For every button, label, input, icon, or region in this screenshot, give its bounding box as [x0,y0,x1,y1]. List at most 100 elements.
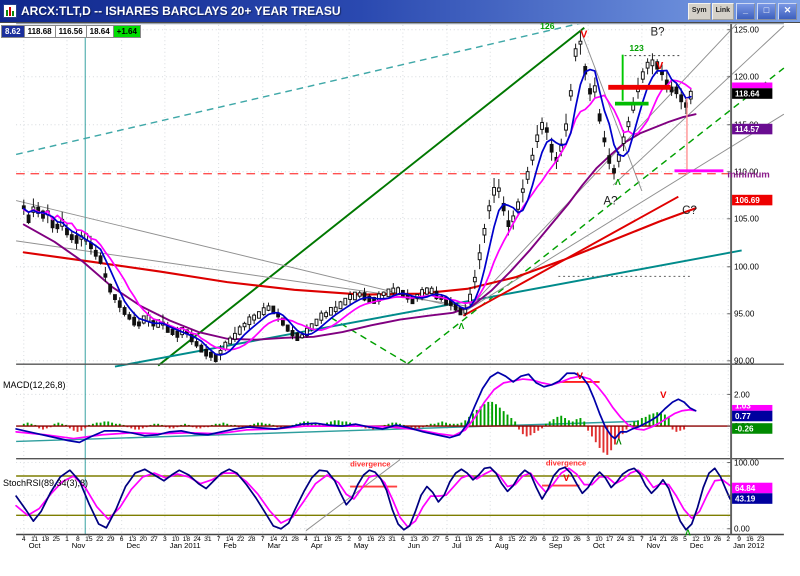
x-axis-day-label: 7 [261,536,265,543]
price-badge-label: -0.26 [735,424,754,433]
candle-body [506,220,511,228]
candle-body [496,187,501,192]
x-axis-month-label: Jun [408,541,420,550]
candle-body [674,86,679,95]
candle-body [26,214,31,224]
candle-body [463,308,468,314]
candle-body [50,219,55,229]
candle-body [55,223,60,230]
candle-body [568,90,573,97]
candle-body [257,311,261,319]
sell-marker: V [563,473,570,484]
annotation-text: A? [603,195,617,207]
x-axis-month-label: Mar [268,541,282,550]
price-badge-label: 106.69 [735,196,760,205]
chart-area[interactable]: 125.00120.00115.00110.00105.00100.0095.0… [0,9,800,571]
quote-cell-3: 18.64 [85,25,114,38]
x-axis-day-label: 2 [347,536,351,543]
close-button[interactable]: ✕ [778,2,797,20]
price-badge-label: 1.03 [735,401,751,410]
candle-body [122,307,127,315]
link-button[interactable]: Link [711,2,734,20]
qcharts-window: { "window": { "title": "ARCX:TLT,D -- IS… [0,0,800,571]
x-axis-month-label: May [354,541,369,550]
annotation-text: minimum [727,170,770,181]
x-axis-day-label: 21 [660,536,668,543]
candle-body [228,337,233,345]
candle-body [468,293,472,303]
candle-body [74,235,79,244]
candle-body [199,344,204,353]
candle-body [487,205,492,212]
candle-body [612,168,616,174]
candle-body [588,88,592,95]
x-axis-day-label: 19 [703,536,711,543]
x-axis-day-label: 3 [163,536,167,543]
maximize-button[interactable]: □ [757,2,776,20]
candle-body [98,255,103,264]
x-axis-day-label: 2 [726,536,730,543]
x-axis-day-label: 26 [714,536,722,543]
candle-body [650,59,655,67]
axis-label: 2.00 [734,390,750,399]
x-axis-day-label: 28 [248,536,256,543]
candle-body [194,341,199,347]
candle-body [338,301,343,310]
x-axis-day-label: 24 [617,536,625,543]
x-axis-day-label: 25 [52,536,60,543]
candle-body [247,316,252,326]
candle-body [525,171,530,180]
annotation-text: 123 [629,43,644,53]
candle-body [233,332,237,340]
x-axis-day-label: 25 [476,536,484,543]
axis-label: 100.00 [734,458,759,467]
candle-body [319,312,324,321]
candle-body [333,306,338,313]
annotation-text: divergence [546,458,586,467]
candle-body [328,306,333,316]
candle-body [477,252,482,261]
candle-body [175,330,180,338]
axis-label: 95.00 [734,310,755,319]
candle-body [108,283,113,293]
x-axis-day-label: 26 [573,536,581,543]
candle-body [381,291,386,296]
x-axis-month-label: Oct [593,541,606,550]
candle-body [564,123,568,131]
candle-body [357,292,362,297]
sym-button[interactable]: Sym [687,2,711,20]
x-axis-day-label: 20 [140,536,148,543]
candle-body [391,287,396,294]
candle-body [540,122,544,130]
candle-body [170,328,175,335]
axis-label: 125.00 [734,26,759,35]
candle-body [482,227,487,236]
x-axis-day-label: 4 [22,536,26,543]
x-axis-day-label: 15 [85,536,93,543]
candle-body [348,294,353,300]
window-title: ARCX:TLT,D -- ISHARES BARCLAYS 20+ YEAR … [21,4,341,18]
candle-body [242,322,247,328]
candle-body [252,314,257,321]
candle-body [597,113,602,122]
x-axis-day-label: 19 [562,536,570,543]
x-axis-day-label: 1 [488,536,492,543]
x-axis-day-label: 29 [529,536,537,543]
candle-body [492,187,496,196]
candle-body [137,321,141,327]
x-axis-day-label: 5 [445,536,449,543]
x-axis-day-label: 4 [304,536,308,543]
x-axis-day-label: 22 [519,536,527,543]
price-badge-label: 64.84 [735,484,756,493]
buy-marker: Λ [615,177,621,187]
candle-body [266,305,271,311]
candle-body [218,349,223,355]
x-axis-day-label: 23 [378,536,386,543]
x-axis-day-label: 28 [291,536,299,543]
minimize-button[interactable]: _ [736,2,755,20]
candle-body [127,314,132,320]
chart-canvas[interactable]: 125.00120.00115.00110.00105.00100.0095.0… [0,9,800,571]
x-axis-month-label: Jul [452,541,462,550]
candle-body [607,155,612,164]
x-axis-day-label: 7 [640,536,644,543]
